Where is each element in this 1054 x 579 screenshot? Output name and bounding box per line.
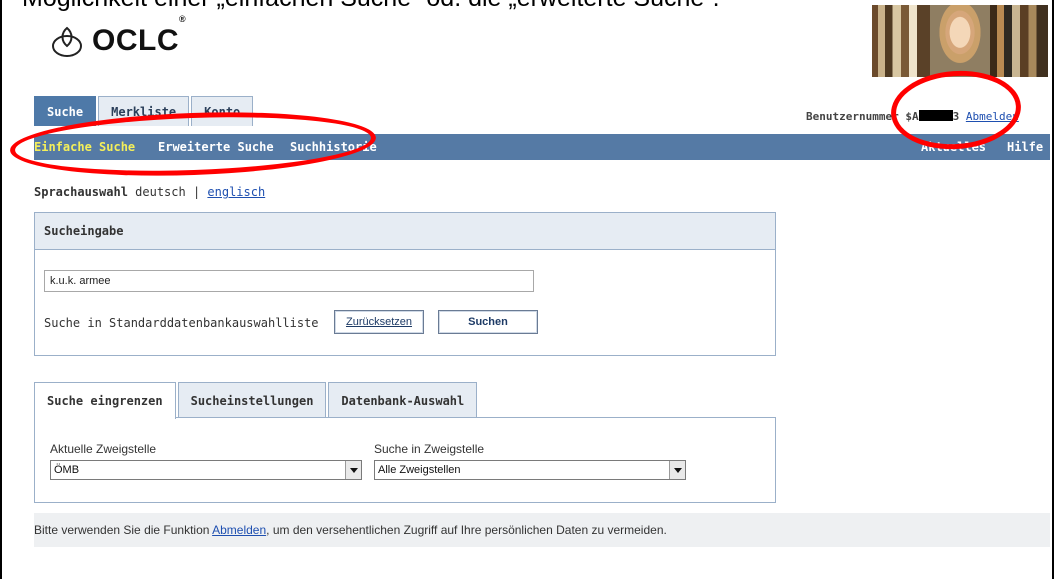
language-selection: Sprachauswahl deutsch | englisch <box>34 185 265 199</box>
user-number-label: Benutzernummer $A <box>806 110 919 123</box>
library-books-photo <box>990 5 1048 77</box>
reset-button[interactable]: Zurücksetzen <box>334 310 424 334</box>
footer-logout-link[interactable]: Abmelden <box>212 523 266 537</box>
nav-aktuelles[interactable]: Aktuelles <box>921 134 986 160</box>
main-tabs: Suche Merkliste Konto <box>34 96 255 126</box>
filter-panel: Aktuelle Zweigstelle ÖMB Suche in Zweigs… <box>34 417 776 503</box>
branch-label: Aktuelle Zweigstelle <box>50 442 157 456</box>
filter-tabs: Suche eingrenzen Sucheinstellungen Daten… <box>34 382 479 419</box>
branch-scope-label: Suche in Zweigstelle <box>374 442 485 456</box>
branch-select[interactable]: ÖMB <box>50 460 362 480</box>
nav-erweiterte-suche[interactable]: Erweiterte Suche <box>158 134 274 160</box>
search-scope-label: Suche in Standarddatenbankauswahlliste <box>44 316 319 330</box>
redacted-user-number <box>918 110 953 121</box>
logout-link[interactable]: Abmelden <box>966 110 1019 123</box>
language-label: Sprachauswahl <box>34 185 128 199</box>
tab-suche[interactable]: Suche <box>34 96 97 126</box>
library-shelves-photo <box>872 5 930 77</box>
slide-caption: Möglichkeit einer „einfachen Suche“ od. … <box>22 0 720 13</box>
search-panel: Sucheingabe Suche in Standarddatenbankau… <box>34 212 776 356</box>
search-panel-heading: Sucheingabe <box>35 213 775 250</box>
branch-scope-select-value: Alle Zweigstellen <box>378 464 461 476</box>
language-link-english[interactable]: englisch <box>207 185 265 199</box>
search-input[interactable] <box>44 270 534 292</box>
tab-sucheinstellungen[interactable]: Sucheinstellungen <box>177 382 327 418</box>
dropdown-arrow-icon[interactable] <box>669 461 685 479</box>
tab-merkliste[interactable]: Merkliste <box>98 96 190 126</box>
oclc-logo-icon <box>52 26 82 57</box>
header-photo-strip <box>872 5 1048 77</box>
user-info: Benutzernummer $A 3 Abmelden <box>806 110 1019 123</box>
logo-wordmark: OCLC® <box>92 14 187 57</box>
search-button[interactable]: Suchen <box>438 310 538 334</box>
search-navbar: Einfache Suche Erweiterte Suche Suchhist… <box>34 134 1050 160</box>
nav-hilfe[interactable]: Hilfe <box>1007 134 1043 160</box>
branch-select-value: ÖMB <box>54 464 80 476</box>
language-current: deutsch <box>127 185 193 199</box>
branch-scope-select[interactable]: Alle Zweigstellen <box>374 460 686 480</box>
footer-notice: Bitte verwenden Sie die Funktion Abmelde… <box>34 513 1050 547</box>
librarian-portrait-photo <box>930 5 990 77</box>
user-number-tail: 3 <box>952 110 966 123</box>
tab-suche-eingrenzen[interactable]: Suche eingrenzen <box>34 382 176 419</box>
nav-einfache-suche[interactable]: Einfache Suche <box>34 134 135 160</box>
tab-konto[interactable]: Konto <box>191 96 254 126</box>
dropdown-arrow-icon[interactable] <box>345 461 361 479</box>
tab-datenbank-auswahl[interactable]: Datenbank-Auswahl <box>328 382 478 418</box>
oclc-logo[interactable]: OCLC® <box>48 14 187 58</box>
nav-suchhistorie[interactable]: Suchhistorie <box>290 134 377 160</box>
footer-text: Bitte verwenden Sie die Funktion Abmelde… <box>34 523 667 537</box>
language-separator: | <box>192 185 208 199</box>
